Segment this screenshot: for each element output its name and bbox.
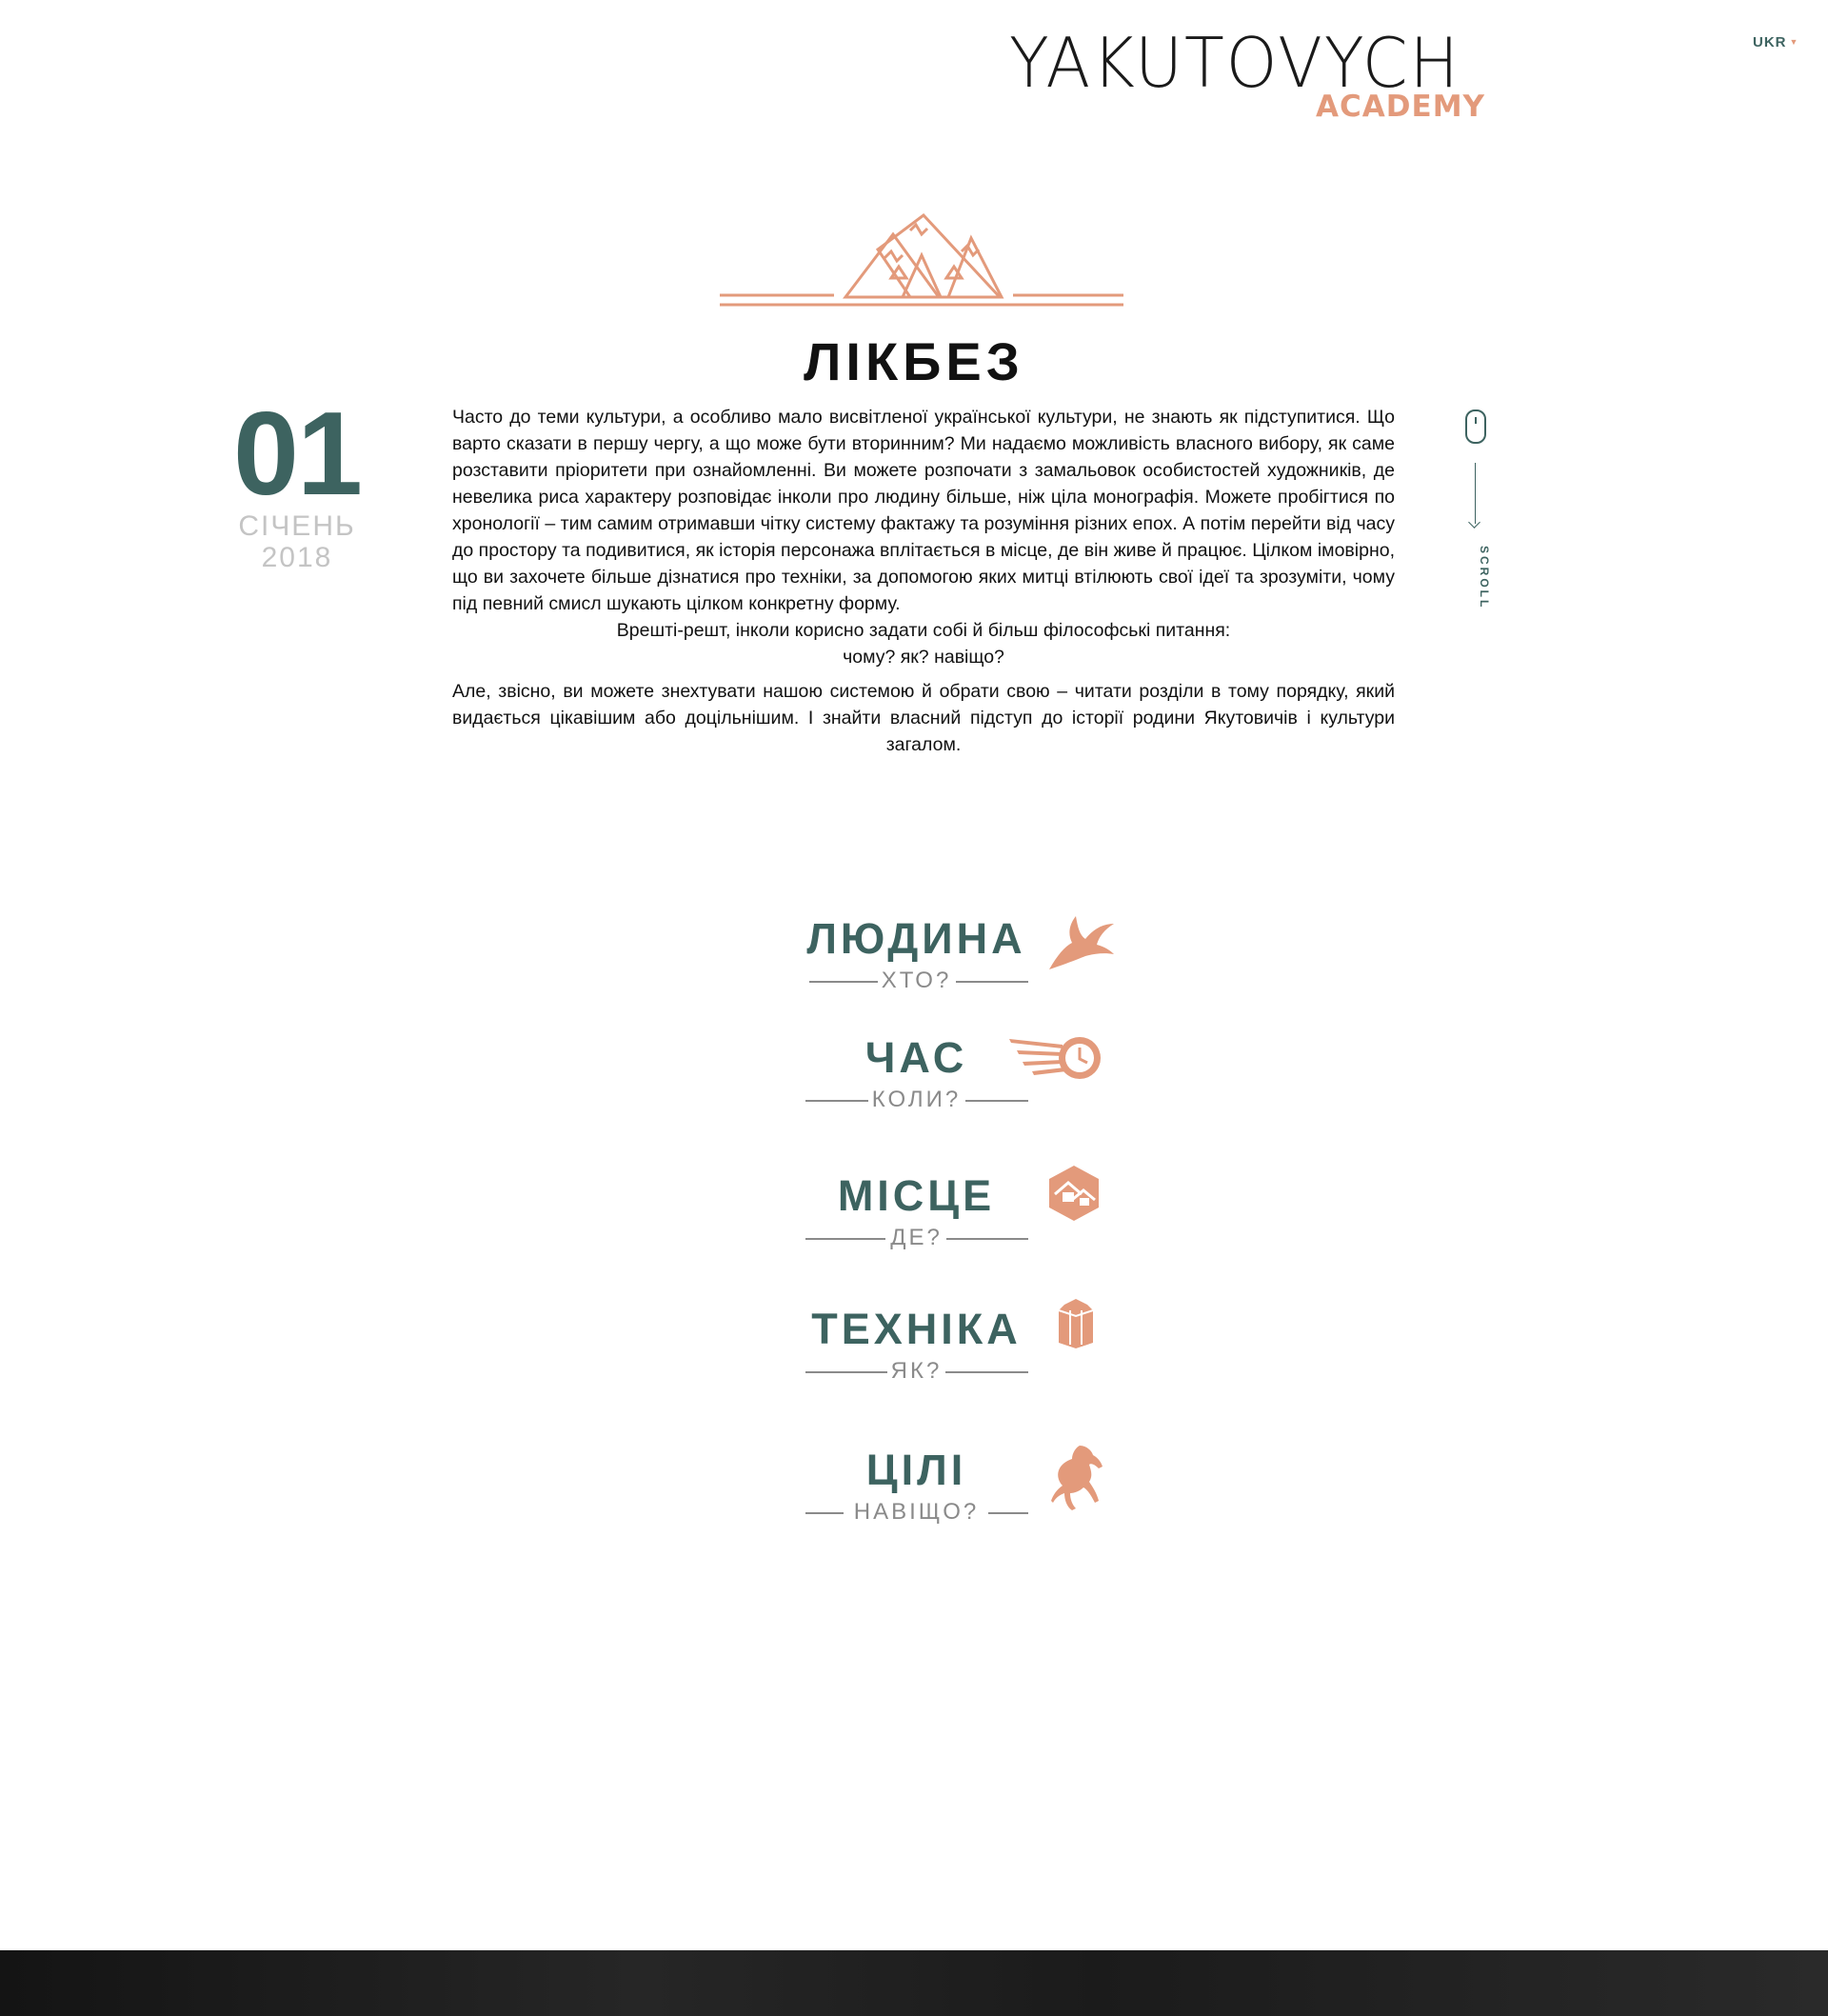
category-subtitle: КОЛИ?	[800, 1087, 1033, 1113]
divider	[988, 1512, 1028, 1514]
divider	[805, 1238, 885, 1240]
intro-questions-line: чому? як? навіщо?	[843, 647, 1004, 668]
category-subtitle-text: НАВІЩО?	[849, 1499, 984, 1526]
academy-logo[interactable]: YAKUTOVYCH ACADEMY	[1009, 29, 1485, 124]
category-place[interactable]: МІСЦЕ ДЕ?	[800, 1166, 1181, 1267]
date-day: 01	[233, 389, 363, 520]
divider	[805, 1100, 868, 1102]
footer-texture	[0, 1950, 1828, 2016]
intro-paragraph-2: Але, звісно, ви можете знехтувати нашою …	[452, 681, 1395, 755]
divider	[956, 981, 1028, 983]
scroll-indicator[interactable]: SCROLL	[1464, 409, 1491, 629]
intro-paragraph: Часто до теми культури, а особливо мало …	[452, 407, 1395, 614]
category-subtitle-text: КОЛИ?	[867, 1087, 965, 1113]
chevron-down-icon: ▼	[1789, 37, 1799, 47]
category-technique[interactable]: ТЕХНІКА ЯК?	[800, 1299, 1181, 1400]
category-subtitle: ХТО?	[800, 968, 1033, 994]
divider	[965, 1100, 1028, 1102]
category-title: МІСЦЕ	[837, 1171, 996, 1220]
houses-icon	[1049, 1166, 1099, 1221]
category-goals[interactable]: ЦІЛІ НАВІЩО?	[800, 1446, 1181, 1541]
page-title: ЛІКБЕЗ	[804, 331, 1024, 391]
category-subtitle: НАВІЩО?	[800, 1499, 1033, 1526]
mouse-icon	[1465, 409, 1486, 444]
language-switcher[interactable]: UKR ▼	[1753, 34, 1798, 50]
language-label: UKR	[1753, 34, 1787, 50]
category-title: ЧАС	[864, 1033, 968, 1082]
horse-icon	[1051, 1446, 1103, 1510]
intro-philosophy-line: Врешті-решт, інколи корисно задати собі …	[616, 620, 1231, 641]
category-subtitle-text: ХТО?	[877, 968, 956, 994]
intro-text: Часто до теми культури, а особливо мало …	[452, 404, 1395, 758]
scroll-label: SCROLL	[1478, 546, 1491, 610]
crystal-icon	[1058, 1299, 1094, 1348]
category-subtitle-text: ЯК?	[886, 1358, 946, 1385]
divider	[809, 981, 880, 983]
mountains-icon	[720, 212, 1123, 307]
category-title: ЛЮДИНА	[806, 914, 1026, 963]
category-time[interactable]: ЧАС КОЛИ?	[800, 1033, 1181, 1128]
date-year: 2018	[261, 542, 333, 573]
date-block: 01 СІЧЕНЬ 2018	[209, 389, 385, 573]
divider	[944, 1371, 1028, 1373]
category-title: ЦІЛІ	[865, 1446, 967, 1494]
arrow-down-icon	[1468, 516, 1480, 529]
divider	[805, 1371, 889, 1373]
logo-wordmark: YAKUTOVYCH	[1009, 23, 1460, 103]
category-person[interactable]: ЛЮДИНА ХТО?	[800, 914, 1181, 1009]
swallow-icon	[1049, 916, 1114, 969]
category-subtitle: ЯК?	[800, 1358, 1033, 1385]
logo-subtitle: ACADEMY	[1316, 90, 1485, 124]
divider	[946, 1238, 1028, 1240]
clock-icon	[1009, 1037, 1101, 1079]
divider	[805, 1512, 844, 1514]
scroll-line	[1475, 463, 1476, 524]
category-title: ТЕХНІКА	[811, 1305, 1022, 1353]
category-subtitle: ДЕ?	[800, 1225, 1033, 1251]
category-subtitle-text: ДЕ?	[886, 1225, 946, 1251]
